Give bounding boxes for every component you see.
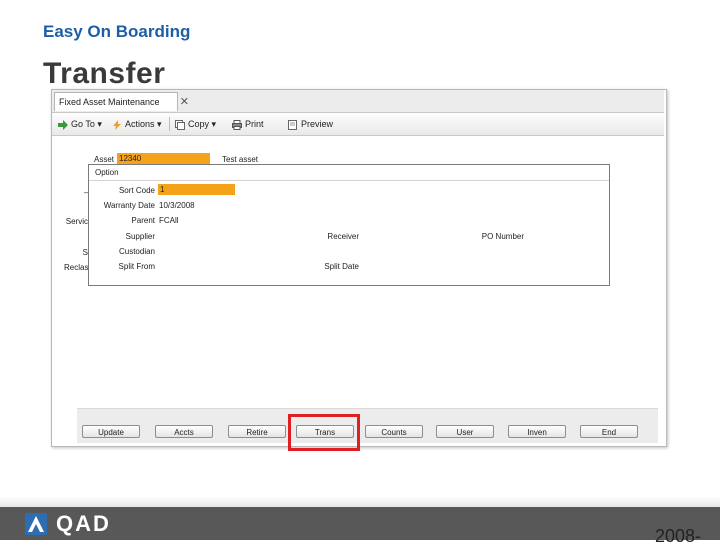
trans-highlight-box	[288, 414, 360, 451]
warranty-date-field[interactable]: 10/3/2008	[159, 201, 195, 210]
po-number-label: PO Number	[481, 232, 524, 241]
lightning-icon	[113, 119, 121, 130]
toolbar: Go To ▾ Actions ▾ Copy ▾ Print Preview	[52, 113, 664, 136]
actions-button[interactable]: Actions ▾	[112, 118, 162, 130]
warranty-date-label: Warranty Date	[103, 201, 155, 210]
goto-arrow-icon	[58, 119, 68, 130]
slide-title: Transfer	[43, 57, 166, 90]
qad-logo-text: QAD	[56, 511, 111, 536]
copy-label: Copy	[188, 119, 210, 129]
print-button[interactable]: Print	[232, 118, 264, 130]
preview-button[interactable]: Preview	[288, 118, 333, 130]
close-icon[interactable]: ✕	[180, 93, 189, 112]
action-button-bar: Update Accts Retire Trans Counts User In…	[77, 408, 658, 443]
toolbar-divider	[169, 117, 170, 131]
footer-gradient	[0, 496, 720, 507]
year-label: 2008-	[655, 526, 702, 546]
tab-bar: Fixed Asset Maintenance ✕	[52, 90, 664, 113]
sort-code-field[interactable]: 1	[158, 184, 235, 195]
split-from-label: Split From	[118, 262, 155, 271]
asset-label: Asset	[93, 155, 114, 164]
tab-fixed-asset-maintenance[interactable]: Fixed Asset Maintenance ✕	[54, 92, 189, 111]
inven-button[interactable]: Inven	[508, 425, 566, 438]
left-label-reclass: Reclas	[64, 263, 89, 272]
asset-field[interactable]: 12340	[117, 153, 210, 164]
printer-icon	[232, 119, 242, 130]
asset-description: Test asset	[222, 155, 259, 164]
accts-button[interactable]: Accts	[155, 425, 213, 438]
qad-logo-icon	[25, 513, 47, 535]
option-dialog: Option Sort Code 1 Warranty Date 10/3/20…	[88, 164, 610, 286]
preview-label: Preview	[301, 119, 334, 129]
tab-label: Fixed Asset Maintenance	[59, 97, 160, 107]
preview-icon	[288, 119, 297, 130]
print-label: Print	[245, 119, 264, 129]
asset-form: Asset 12340 Test asset – Servic S Reclas…	[52, 136, 664, 406]
receiver-label: Receiver	[327, 232, 359, 241]
update-button[interactable]: Update	[82, 425, 140, 438]
goto-label: Go To	[71, 119, 95, 129]
dialog-divider	[89, 180, 609, 181]
user-button[interactable]: User	[436, 425, 494, 438]
end-button[interactable]: End	[580, 425, 638, 438]
slide-subtitle: Easy On Boarding	[43, 22, 191, 41]
goto-button[interactable]: Go To ▾	[58, 118, 102, 130]
sort-code-label: Sort Code	[118, 186, 155, 195]
retire-button[interactable]: Retire	[228, 425, 286, 438]
split-date-label: Split Date	[324, 262, 359, 271]
app-screenshot: Fixed Asset Maintenance ✕ Go To ▾ Action…	[51, 89, 667, 447]
supplier-label: Supplier	[125, 232, 155, 241]
copy-icon	[175, 119, 185, 130]
dialog-title: Option	[95, 168, 119, 177]
left-label-service: Servic	[65, 217, 88, 226]
counts-button[interactable]: Counts	[365, 425, 423, 438]
parent-label: Parent	[131, 216, 155, 225]
parent-field[interactable]: FCAll	[159, 216, 179, 225]
actions-label: Actions	[125, 119, 155, 129]
copy-button[interactable]: Copy ▾	[175, 118, 216, 130]
custodian-label: Custodian	[118, 247, 155, 256]
